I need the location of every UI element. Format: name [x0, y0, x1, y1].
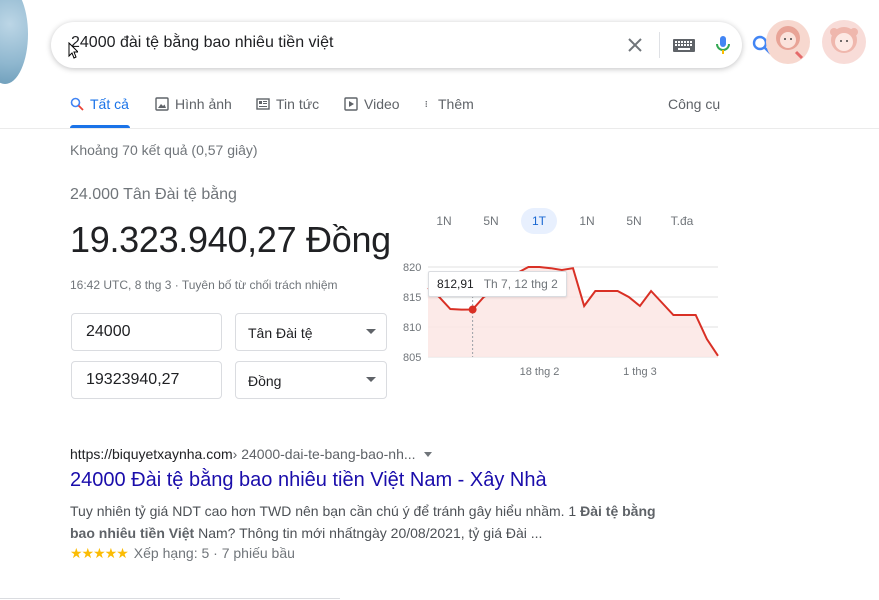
range-tab-1m[interactable]: 1T [521, 208, 557, 234]
keyboard-icon[interactable] [672, 36, 696, 54]
converter-timestamp: 16:42 UTC, 8 thg 3 · Tuyên bố từ chối tr… [70, 278, 338, 292]
result-url[interactable]: https://biquyetxaynha.com › 24000-dai-te… [70, 446, 432, 462]
tooltip-date: Th 7, 12 thg 2 [483, 277, 558, 291]
result-stats: Khoảng 70 kết quả (0,57 giây) [70, 142, 258, 158]
earth-doodle[interactable] [0, 0, 28, 84]
to-currency-label: Đồng [248, 373, 282, 389]
from-currency-select[interactable]: Tân Đài tệ [235, 313, 387, 351]
chevron-down-icon [366, 377, 376, 382]
result-domain: https://biquyetxaynha.com [70, 446, 233, 462]
result-rating: ★★★★★ Xếp hạng: 5 · 7 phiếu bầu [70, 545, 295, 562]
tab-videos[interactable]: Video [344, 96, 400, 112]
y-tick-label: 815 [403, 292, 421, 304]
tab-more-label: Thêm [438, 96, 474, 112]
search-input[interactable]: 24000 đài tệ bằng bao nhiêu tiền việt [71, 34, 333, 52]
result-snippet: Tuy nhiên tỷ giá NDT cao hơn TWD nên bạn… [70, 500, 670, 544]
clear-icon[interactable] [623, 33, 647, 57]
divider [0, 598, 340, 599]
snippet-text: Tuy nhiên tỷ giá NDT cao hơn TWD nên bạn… [70, 503, 581, 519]
image-icon [155, 97, 169, 111]
microphone-icon[interactable] [711, 33, 735, 57]
avatar[interactable] [766, 20, 810, 64]
y-tick-label: 805 [403, 352, 421, 364]
search-icon [70, 97, 84, 111]
range-tab-max[interactable]: T.đa [664, 208, 700, 234]
tab-all[interactable]: Tất cả [70, 96, 129, 112]
active-tab-indicator [70, 125, 130, 128]
tab-images[interactable]: Hình ảnh [155, 96, 232, 112]
x-tick-label: 18 thg 2 [520, 366, 560, 378]
search-box[interactable]: 24000 đài tệ bằng bao nhiêu tiền việt [51, 22, 772, 68]
more-vert-icon [425, 100, 428, 108]
x-tick-label: 1 thg 3 [623, 366, 657, 378]
y-tick-label: 820 [403, 262, 421, 274]
tab-videos-label: Video [364, 96, 400, 112]
search-tabs: Tất cả Hình ảnh Tin tức Video Thêm Công … [0, 84, 879, 129]
result-title-link[interactable]: 24000 Đài tệ bằng bao nhiêu tiền Việt Na… [70, 469, 547, 492]
range-tab-5d[interactable]: 5N [473, 208, 509, 234]
rating-stars: ★★★★★ [70, 545, 129, 561]
tab-all-label: Tất cả [90, 96, 129, 112]
account-avatar[interactable] [822, 20, 866, 64]
converter-value: 19.323.940,27 Đồng [70, 219, 391, 260]
snippet-text-2: Nam? Thông tin mới nhấtngày 20/08/2021, … [194, 525, 543, 541]
tab-news-label: Tin tức [276, 96, 320, 112]
newspaper-icon [256, 98, 270, 110]
play-icon [344, 97, 358, 111]
chart-tooltip: 812,91 Th 7, 12 thg 2 [428, 271, 567, 297]
range-tab-5y[interactable]: 5N [616, 208, 652, 234]
from-currency-label: Tân Đài tệ [248, 325, 313, 341]
result-path: › 24000-dai-te-bang-bao-nh... [232, 446, 416, 462]
from-amount-input[interactable]: 24000 [71, 313, 222, 351]
range-tab-1y[interactable]: 1N [569, 208, 605, 234]
rating-text: Xếp hạng: 5 · 7 phiếu bầu [133, 545, 295, 561]
chevron-down-icon [366, 329, 376, 334]
hover-point [468, 305, 477, 314]
converter-label: 24.000 Tân Đài tệ bằng [70, 186, 237, 203]
caret-down-icon[interactable] [423, 451, 432, 457]
to-amount-input[interactable]: 19323940,27 [71, 361, 222, 399]
tab-more[interactable]: Thêm [424, 96, 474, 112]
to-currency-select[interactable]: Đồng [235, 361, 387, 399]
tools-button[interactable]: Công cụ [668, 96, 720, 112]
tab-images-label: Hình ảnh [175, 96, 232, 112]
tooltip-value: 812,91 [437, 277, 474, 291]
y-tick-label: 810 [403, 322, 421, 334]
range-tab-1d[interactable]: 1N [426, 208, 462, 234]
tab-news[interactable]: Tin tức [256, 96, 319, 112]
mouse-cursor-icon [68, 42, 78, 59]
search-divider [659, 32, 660, 58]
